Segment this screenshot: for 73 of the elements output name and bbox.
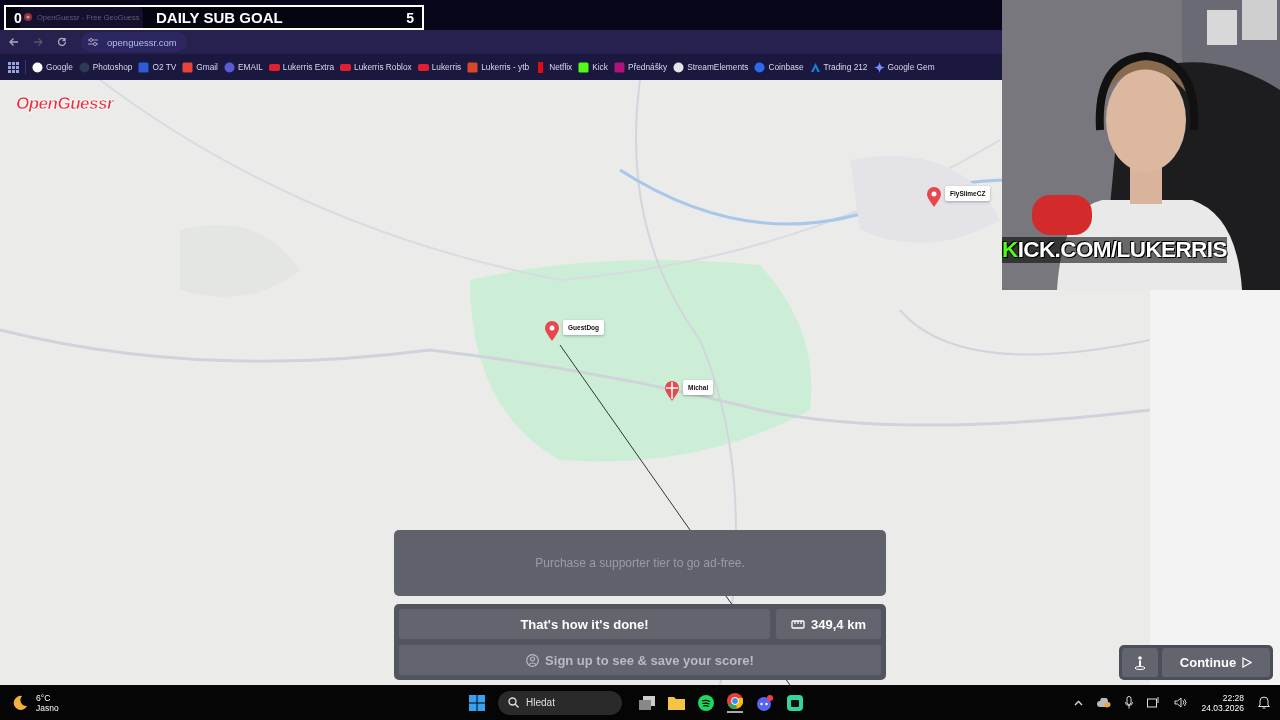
bookmark-icon [223, 61, 235, 73]
person-pin-icon [1134, 655, 1146, 670]
goal-target: 5 [406, 9, 414, 26]
goal-title: DAILY SUB GOAL [156, 9, 283, 26]
task-view-icon[interactable] [639, 695, 655, 710]
result-text: That's how it's done! [399, 609, 770, 639]
bookmark-icon [613, 61, 625, 73]
bookmark-icon [754, 61, 766, 73]
microphone-icon[interactable] [1125, 696, 1134, 709]
folder-icon[interactable] [668, 695, 685, 710]
ruler-icon [791, 619, 806, 629]
bookmark-link[interactable]: Lukerris Extra [268, 61, 335, 73]
bookmark-link[interactable]: Google [32, 61, 73, 73]
goal-current: 0 [14, 9, 22, 26]
notification-bell-icon[interactable] [1258, 696, 1270, 709]
ad-notice: Purchase a supporter tier to go ad-free. [535, 556, 745, 570]
moon-icon [12, 694, 28, 711]
bookmark-icon [809, 61, 821, 73]
bookmark-icon [673, 61, 685, 73]
bookmark-link[interactable]: Netflix [535, 61, 573, 73]
logo: OpenGuessr [16, 94, 114, 114]
bookmark-icon [467, 61, 479, 73]
search-field[interactable]: Hledat [498, 690, 622, 715]
reload-icon[interactable] [57, 37, 67, 47]
app-icon[interactable] [787, 694, 803, 711]
pin-icon [23, 12, 33, 22]
clock-time: 22:28 [1222, 692, 1244, 703]
bookmark-icon [182, 61, 194, 73]
network-icon[interactable] [1147, 696, 1161, 709]
search-icon [508, 697, 519, 708]
bookmark-icon [417, 61, 429, 73]
start-icon[interactable] [469, 694, 485, 711]
apps-grid-icon[interactable] [8, 61, 19, 73]
continue-button[interactable]: Continue [1162, 648, 1270, 677]
address-bar[interactable]: openguessr.com [81, 32, 187, 52]
bookmark-link[interactable]: O2 TV [138, 61, 177, 73]
map-pin-icon [544, 320, 560, 342]
bookmark-icon [873, 61, 885, 73]
street-view-button[interactable] [1122, 648, 1158, 677]
url-text: openguessr.com [107, 36, 177, 48]
bookmark-icon [340, 61, 352, 73]
spotify-icon[interactable] [698, 694, 714, 711]
chevron-up-icon[interactable] [1074, 699, 1084, 706]
bookmark-link[interactable]: Gmail [182, 61, 218, 73]
bookmark-link[interactable]: StreamElements [673, 61, 749, 73]
bookmark-link[interactable]: Lukerris [417, 61, 462, 73]
bookmark-link[interactable]: Kick [578, 61, 608, 73]
weather-condition: Jasno [36, 702, 59, 713]
distance-text: 349,4 km [811, 616, 866, 632]
user-icon [526, 653, 540, 667]
speaker-icon[interactable] [1174, 697, 1188, 708]
bookmark-link[interactable]: Coinbase [754, 61, 804, 73]
bookmark-link[interactable]: EMAIL [223, 61, 263, 73]
bookmark-link[interactable]: Google Gem [873, 61, 935, 73]
bookmark-link[interactable]: Lukerris Roblox [340, 61, 412, 73]
play-icon [1242, 657, 1253, 668]
bookmark-icon [138, 61, 150, 73]
bookmark-link[interactable]: Přednášky [613, 61, 668, 73]
bookmark-icon [268, 61, 280, 73]
site-settings-icon[interactable] [87, 37, 99, 47]
clock-date: 24.03.2026 [1201, 702, 1244, 713]
bookmark-link[interactable]: Photoshop [78, 61, 133, 73]
bookmark-icon [578, 61, 590, 73]
bookmark-link[interactable]: Trading 212 [809, 61, 868, 73]
bookmark-icon [32, 61, 43, 73]
back-icon[interactable] [9, 37, 19, 47]
map-pin-icon [664, 380, 680, 402]
chrome-icon[interactable] [727, 692, 743, 713]
bookmark-icon [78, 61, 90, 73]
temperature: 6°C [36, 692, 52, 703]
cloud-icon[interactable] [1097, 697, 1112, 708]
map-pin-icon [926, 186, 942, 208]
bookmark-link[interactable]: Lukerris - ytb [467, 61, 530, 73]
